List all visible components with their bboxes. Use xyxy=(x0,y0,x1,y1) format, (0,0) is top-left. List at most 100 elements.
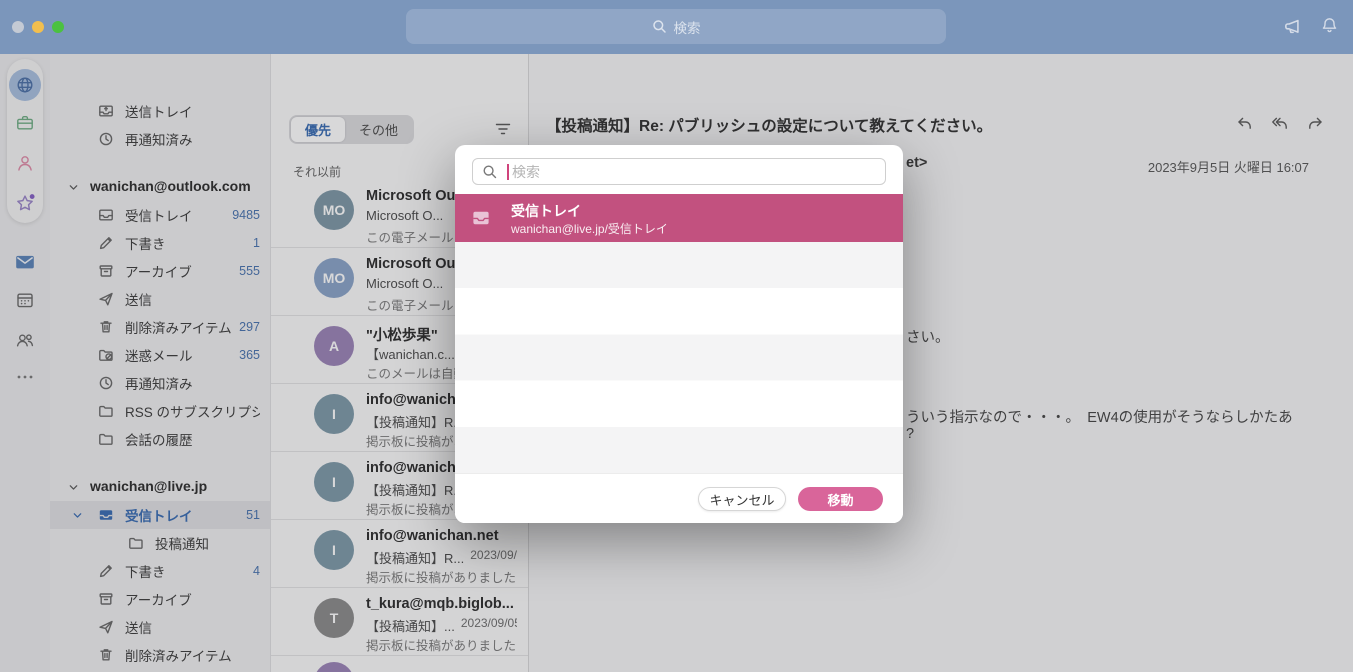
sidebar-item-archive-live[interactable]: アーカイブ xyxy=(50,585,270,613)
chevron-down-icon xyxy=(68,182,79,193)
body-text: ? xyxy=(906,426,915,442)
sidebar-item-conversation-history[interactable]: 会話の履歴 xyxy=(50,425,270,453)
sidebar-item-snoozed[interactable]: 再通知済み xyxy=(50,125,270,153)
sidebar-item-label: 下書き xyxy=(125,565,166,580)
text-caret xyxy=(507,163,509,180)
people-icon xyxy=(15,330,35,350)
archive-icon xyxy=(98,263,114,279)
outlook-window: 検索 送信トレイ 再通知済み wanichan@outlook.com 受信トレ… xyxy=(0,0,1353,672)
sidebar-item-label: 削除済みアイテム xyxy=(125,649,232,664)
body-text: ういう指示なので・・・。 EW4の使用がそうならしかたあ xyxy=(906,410,1293,426)
minimize-window-button[interactable] xyxy=(32,21,44,33)
avatar: MO xyxy=(314,190,354,230)
sidebar-item-post-notifications[interactable]: 投稿通知 xyxy=(50,529,270,557)
filter-icon[interactable] xyxy=(494,120,512,138)
folder-result-path: wanichan@live.jp/受信トレイ xyxy=(511,222,668,236)
message-preview: 掲示板に投稿がありました… xyxy=(366,639,517,653)
dialog-footer: キャンセル 移動 xyxy=(455,473,903,523)
calendar-module-button[interactable] xyxy=(15,290,35,310)
sidebar-item-inbox-live-selected[interactable]: 受信トレイ 51 xyxy=(50,501,270,529)
bell-icon[interactable] xyxy=(1320,16,1339,37)
sidebar-item-drafts-live[interactable]: 下書き 4 xyxy=(50,557,270,585)
search-icon xyxy=(652,19,667,34)
titlebar: 検索 xyxy=(0,0,1353,54)
send-icon xyxy=(98,619,114,635)
trash-icon xyxy=(98,319,114,335)
tab-other[interactable]: その他 xyxy=(345,117,412,142)
sender-fragment: et> xyxy=(906,155,928,171)
sidebar-item-sent-live[interactable]: 送信 xyxy=(50,613,270,641)
section-label: それ以前 xyxy=(293,165,342,179)
reply-icon[interactable] xyxy=(1235,114,1255,134)
account-email: wanichan@live.jp xyxy=(90,478,208,494)
inbox-icon xyxy=(98,507,114,523)
avatar: A xyxy=(314,326,354,366)
folder-icon xyxy=(98,403,114,419)
cancel-button[interactable]: キャンセル xyxy=(698,487,786,511)
more-modules-button[interactable] xyxy=(16,374,34,380)
move-button[interactable]: 移動 xyxy=(798,487,883,511)
folder-search-input[interactable] xyxy=(512,163,885,180)
reply-all-icon[interactable] xyxy=(1270,114,1290,134)
megaphone-icon[interactable] xyxy=(1283,16,1304,37)
sidebar-item-snoozed2[interactable]: 再通知済み xyxy=(50,369,270,397)
outbox-icon xyxy=(98,103,114,119)
account-header-outlook[interactable]: wanichan@outlook.com xyxy=(50,171,270,201)
item-count: 1 xyxy=(253,236,260,250)
mail-module-button[interactable] xyxy=(14,251,36,273)
message-subject: 【投稿通知】R... xyxy=(366,551,465,566)
avatar xyxy=(314,662,354,672)
sidebar-item-label: 会話の履歴 xyxy=(125,433,193,448)
sidebar-item-sent[interactable]: 送信 xyxy=(50,285,270,313)
global-search-placeholder: 検索 xyxy=(673,20,701,36)
folder-search-field[interactable] xyxy=(472,158,886,185)
sidebar-item-drafts[interactable]: 下書き 1 xyxy=(50,229,270,257)
sidebar-item-label: 受信トレイ xyxy=(125,209,193,224)
star-account-button[interactable] xyxy=(15,193,36,214)
sidebar-item-deleted-live[interactable]: 削除済みアイテム xyxy=(50,641,270,669)
message-subject: 【投稿通知】... xyxy=(366,619,455,634)
sidebar-item-label: 送信 xyxy=(125,621,152,636)
message-row[interactable]: I info@wanichan.net 【投稿通知】R... 2023/09/05… xyxy=(271,520,529,588)
message-date: 2023年9月5日 火曜日 16:07 xyxy=(1147,160,1309,175)
global-search-field[interactable]: 検索 xyxy=(406,9,946,44)
item-count: 297 xyxy=(239,320,260,334)
message-subject: 【投稿通知】R... xyxy=(366,415,465,430)
sidebar-item-rss[interactable]: RSS のサブスクリプシ… xyxy=(50,397,270,425)
globe-account-button[interactable] xyxy=(9,69,41,101)
draft-icon xyxy=(98,563,114,579)
message-subject: Microsoft O... xyxy=(366,208,444,223)
sidebar-item-inbox[interactable]: 受信トレイ 9485 xyxy=(50,201,270,229)
folder-result-selected[interactable]: 受信トレイ wanichan@live.jp/受信トレイ xyxy=(455,194,903,242)
junk-folder-icon xyxy=(98,347,114,363)
message-row[interactable] xyxy=(271,656,529,672)
close-window-button[interactable] xyxy=(12,21,24,33)
chevron-down-icon xyxy=(72,510,83,521)
sidebar-item-label: 受信トレイ xyxy=(125,509,193,524)
forward-icon[interactable] xyxy=(1305,114,1325,134)
folder-icon xyxy=(98,431,114,447)
account-header-live[interactable]: wanichan@live.jp xyxy=(50,471,270,501)
account-switcher xyxy=(7,59,43,223)
people-module-button[interactable] xyxy=(15,330,35,350)
sidebar-item-deleted[interactable]: 削除済みアイテム 297 xyxy=(50,313,270,341)
sidebar-item-outbox[interactable]: 送信トレイ xyxy=(50,97,270,125)
zoom-window-button[interactable] xyxy=(52,21,64,33)
person-account-button[interactable] xyxy=(15,153,35,173)
move-to-folder-dialog: 受信トレイ wanichan@live.jp/受信トレイ キャンセル 移動 xyxy=(455,145,903,523)
tab-focused[interactable]: 優先 xyxy=(291,117,346,142)
more-icon xyxy=(16,374,34,380)
send-icon xyxy=(98,291,114,307)
avatar: I xyxy=(314,462,354,502)
sidebar-item-archive[interactable]: アーカイブ 555 xyxy=(50,257,270,285)
trash-icon xyxy=(98,647,114,663)
message-row[interactable]: T t_kura@mqb.biglob... 【投稿通知】... 2023/09/… xyxy=(271,588,529,656)
app-rail xyxy=(0,54,50,672)
sidebar-item-junk[interactable]: 迷惑メール 365 xyxy=(50,341,270,369)
inbox-tray-icon xyxy=(471,208,491,228)
archive-icon xyxy=(98,591,114,607)
briefcase-account-button[interactable] xyxy=(15,113,35,133)
unread-count: 51 xyxy=(246,508,260,522)
message-subject-title: 【投稿通知】Re: パブリッシュの設定について教えてください。 xyxy=(546,118,993,135)
item-count: 555 xyxy=(239,264,260,278)
